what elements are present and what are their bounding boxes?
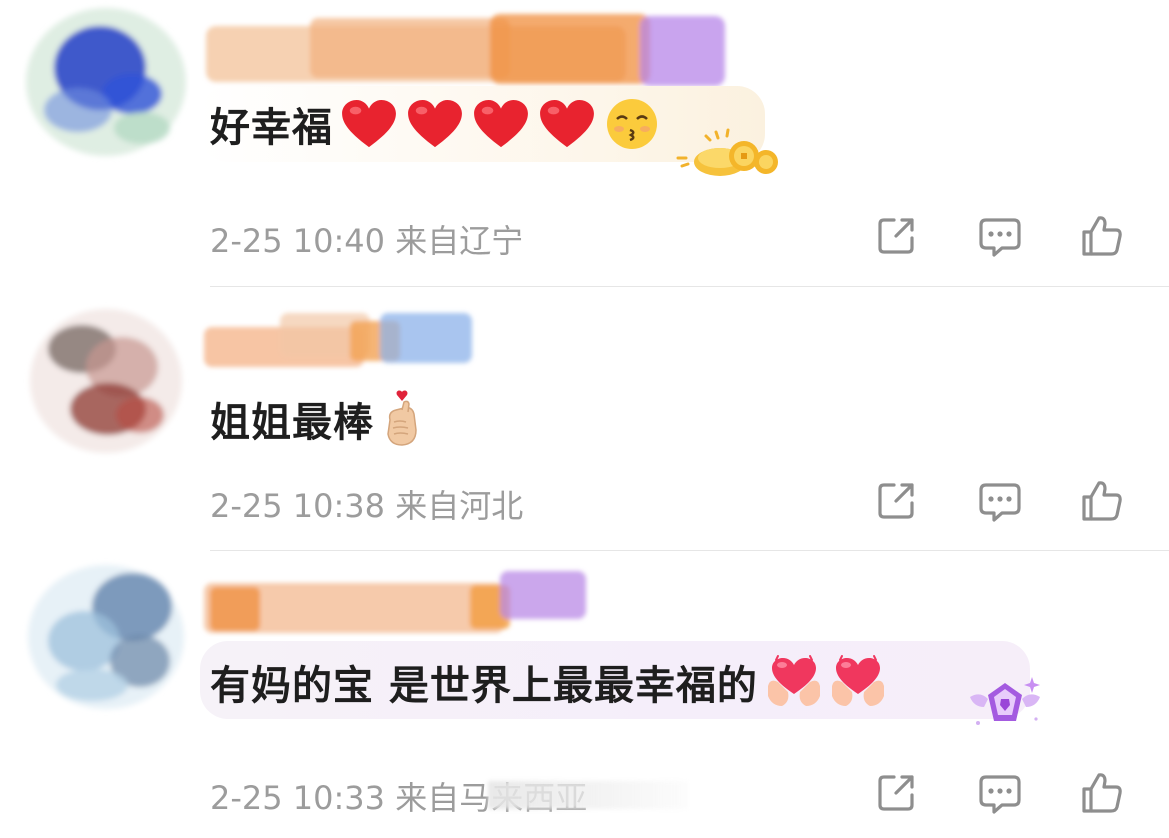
gold-coins-badge: [676, 128, 778, 176]
comment-text-line: 好幸福: [210, 96, 659, 152]
comment-time: 2-25 10:33: [210, 779, 386, 817]
avatar[interactable]: [22, 0, 190, 166]
username-redacted[interactable]: [200, 8, 730, 92]
comment-time: 2-25 10:40: [210, 222, 386, 260]
comment-item: 姐姐最棒 2-25 10:38 来自河北: [0, 287, 1169, 551]
comment-icon[interactable]: [976, 212, 1024, 260]
comment-location: 来自河北: [395, 487, 524, 525]
comment-text-line: 有妈的宝 是世界上最最幸福的: [210, 653, 886, 711]
comment-actions: [872, 212, 1132, 260]
comment-icon[interactable]: [976, 477, 1024, 525]
heart-icon: [540, 99, 594, 148]
watermark-redacted: [488, 781, 688, 809]
heart-hands-icon: [767, 655, 820, 706]
share-icon[interactable]: [872, 769, 920, 817]
share-icon[interactable]: [872, 212, 920, 260]
comment-text: 好幸福: [210, 105, 333, 151]
comment-item: 好幸福 2-25 10:40 来自辽宁: [0, 0, 1169, 287]
comment-text: 姐姐最棒: [210, 400, 374, 446]
like-icon[interactable]: [1078, 212, 1126, 260]
username-redacted[interactable]: [200, 303, 480, 375]
heart-hands-icon: [831, 655, 884, 706]
comment-location: 来自辽宁: [395, 222, 524, 260]
comment-meta: 2-25 10:38 来自河北: [210, 481, 523, 527]
comment-text: 有妈的宝 是世界上最最幸福的: [210, 663, 758, 709]
heart-icon: [408, 99, 462, 148]
heart-icon: [342, 99, 396, 148]
comment-meta: 2-25 10:40 来自辽宁: [210, 216, 523, 262]
comment-actions: [872, 769, 1132, 817]
purple-diamond-badge: [970, 677, 1040, 725]
username-redacted[interactable]: [200, 565, 590, 637]
comment-actions: [872, 477, 1132, 525]
finger-heart-icon: [387, 390, 417, 446]
heart-icon: [474, 99, 528, 148]
like-icon[interactable]: [1078, 769, 1126, 817]
avatar[interactable]: [22, 297, 190, 465]
like-icon[interactable]: [1078, 477, 1126, 525]
avatar[interactable]: [22, 551, 190, 719]
kissing-face-icon: [607, 99, 657, 149]
comment-time: 2-25 10:38: [210, 487, 386, 525]
comment-icon[interactable]: [976, 769, 1024, 817]
comment-item: 有妈的宝 是世界上最最幸福的 2-25 10:33 来自马来西亚: [0, 551, 1169, 838]
share-icon[interactable]: [872, 477, 920, 525]
comment-text-line: 姐姐最棒: [210, 390, 426, 447]
